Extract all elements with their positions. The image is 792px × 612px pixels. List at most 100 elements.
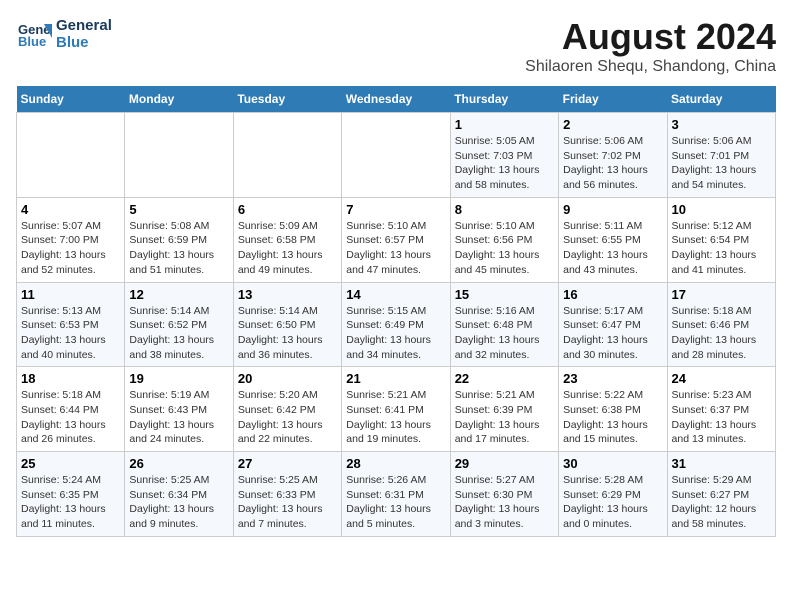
day-number: 27 bbox=[238, 456, 337, 471]
day-number: 25 bbox=[21, 456, 120, 471]
calendar-cell: 6 Sunrise: 5:09 AMSunset: 6:58 PMDaylight… bbox=[233, 197, 341, 282]
day-info: Sunrise: 5:14 AMSunset: 6:50 PMDaylight:… bbox=[238, 304, 337, 363]
calendar-week-row: 25Sunrise: 5:24 AMSunset: 6:35 PMDayligh… bbox=[17, 452, 776, 537]
calendar-cell: 25Sunrise: 5:24 AMSunset: 6:35 PMDayligh… bbox=[17, 452, 125, 537]
day-number: 11 bbox=[21, 287, 120, 302]
day-header-thursday: Thursday bbox=[450, 86, 558, 113]
calendar-week-row: 4 Sunrise: 5:07 AMSunset: 7:00 PMDaylight… bbox=[17, 197, 776, 282]
day-number: 9 bbox=[563, 202, 662, 217]
day-number: 13 bbox=[238, 287, 337, 302]
day-number: 24 bbox=[672, 371, 771, 386]
calendar-cell bbox=[17, 113, 125, 198]
calendar-cell: 15 Sunrise: 5:16 AMSunset: 6:48 PMDayligh… bbox=[450, 282, 558, 367]
calendar-cell: 29Sunrise: 5:27 AMSunset: 6:30 PMDayligh… bbox=[450, 452, 558, 537]
day-info: Sunrise: 5:29 AMSunset: 6:27 PMDaylight:… bbox=[672, 473, 771, 532]
day-number: 17 bbox=[672, 287, 771, 302]
main-title: August 2024 bbox=[525, 16, 776, 58]
day-info: Sunrise: 5:07 AMSunset: 7:00 PMDaylight:… bbox=[21, 219, 120, 278]
day-number: 23 bbox=[563, 371, 662, 386]
calendar-cell: 1 Sunrise: 5:05 AMSunset: 7:03 PMDaylight… bbox=[450, 113, 558, 198]
day-info: Sunrise: 5:27 AMSunset: 6:30 PMDaylight:… bbox=[455, 473, 554, 532]
calendar-cell: 31 Sunrise: 5:29 AMSunset: 6:27 PMDayligh… bbox=[667, 452, 775, 537]
calendar-cell: 26 Sunrise: 5:25 AMSunset: 6:34 PMDayligh… bbox=[125, 452, 233, 537]
day-number: 16 bbox=[563, 287, 662, 302]
calendar-cell bbox=[233, 113, 341, 198]
calendar-cell: 3Sunrise: 5:06 AMSunset: 7:01 PMDaylight… bbox=[667, 113, 775, 198]
calendar-body: 1 Sunrise: 5:05 AMSunset: 7:03 PMDaylight… bbox=[17, 113, 776, 537]
day-number: 8 bbox=[455, 202, 554, 217]
day-number: 30 bbox=[563, 456, 662, 471]
day-number: 26 bbox=[129, 456, 228, 471]
calendar-cell bbox=[342, 113, 450, 198]
calendar-cell: 24 Sunrise: 5:23 AMSunset: 6:37 PMDayligh… bbox=[667, 367, 775, 452]
calendar-cell: 4 Sunrise: 5:07 AMSunset: 7:00 PMDaylight… bbox=[17, 197, 125, 282]
day-info: Sunrise: 5:15 AMSunset: 6:49 PMDaylight:… bbox=[346, 304, 445, 363]
calendar-cell: 13 Sunrise: 5:14 AMSunset: 6:50 PMDayligh… bbox=[233, 282, 341, 367]
subtitle: Shilaoren Shequ, Shandong, China bbox=[525, 58, 776, 76]
title-block: August 2024 Shilaoren Shequ, Shandong, C… bbox=[525, 16, 776, 76]
day-number: 10 bbox=[672, 202, 771, 217]
day-header-monday: Monday bbox=[125, 86, 233, 113]
calendar-week-row: 1 Sunrise: 5:05 AMSunset: 7:03 PMDaylight… bbox=[17, 113, 776, 198]
day-info: Sunrise: 5:23 AMSunset: 6:37 PMDaylight:… bbox=[672, 388, 771, 447]
day-info: Sunrise: 5:21 AMSunset: 6:41 PMDaylight:… bbox=[346, 388, 445, 447]
calendar-cell: 16 Sunrise: 5:17 AMSunset: 6:47 PMDayligh… bbox=[559, 282, 667, 367]
calendar-cell: 11Sunrise: 5:13 AMSunset: 6:53 PMDayligh… bbox=[17, 282, 125, 367]
svg-text:Blue: Blue bbox=[18, 34, 46, 49]
day-info: Sunrise: 5:10 AMSunset: 6:57 PMDaylight:… bbox=[346, 219, 445, 278]
calendar-cell: 27Sunrise: 5:25 AMSunset: 6:33 PMDayligh… bbox=[233, 452, 341, 537]
logo-blue: Blue bbox=[56, 34, 112, 51]
day-info: Sunrise: 5:06 AMSunset: 7:02 PMDaylight:… bbox=[563, 134, 662, 193]
logo: General Blue General Blue bbox=[16, 16, 112, 52]
calendar-cell: 8Sunrise: 5:10 AMSunset: 6:56 PMDaylight… bbox=[450, 197, 558, 282]
day-info: Sunrise: 5:18 AMSunset: 6:46 PMDaylight:… bbox=[672, 304, 771, 363]
day-number: 6 bbox=[238, 202, 337, 217]
calendar-header-row: SundayMondayTuesdayWednesdayThursdayFrid… bbox=[17, 86, 776, 113]
day-number: 7 bbox=[346, 202, 445, 217]
calendar-cell: 2Sunrise: 5:06 AMSunset: 7:02 PMDaylight… bbox=[559, 113, 667, 198]
day-number: 4 bbox=[21, 202, 120, 217]
calendar-cell: 28 Sunrise: 5:26 AMSunset: 6:31 PMDayligh… bbox=[342, 452, 450, 537]
day-header-tuesday: Tuesday bbox=[233, 86, 341, 113]
day-info: Sunrise: 5:28 AMSunset: 6:29 PMDaylight:… bbox=[563, 473, 662, 532]
day-number: 5 bbox=[129, 202, 228, 217]
day-info: Sunrise: 5:06 AMSunset: 7:01 PMDaylight:… bbox=[672, 134, 771, 193]
day-info: Sunrise: 5:17 AMSunset: 6:47 PMDaylight:… bbox=[563, 304, 662, 363]
day-info: Sunrise: 5:09 AMSunset: 6:58 PMDaylight:… bbox=[238, 219, 337, 278]
day-info: Sunrise: 5:11 AMSunset: 6:55 PMDaylight:… bbox=[563, 219, 662, 278]
logo-general: General bbox=[56, 17, 112, 34]
calendar-cell: 18Sunrise: 5:18 AMSunset: 6:44 PMDayligh… bbox=[17, 367, 125, 452]
calendar-cell: 21Sunrise: 5:21 AMSunset: 6:41 PMDayligh… bbox=[342, 367, 450, 452]
day-info: Sunrise: 5:16 AMSunset: 6:48 PMDaylight:… bbox=[455, 304, 554, 363]
day-number: 22 bbox=[455, 371, 554, 386]
calendar-cell: 22 Sunrise: 5:21 AMSunset: 6:39 PMDayligh… bbox=[450, 367, 558, 452]
day-header-saturday: Saturday bbox=[667, 86, 775, 113]
day-info: Sunrise: 5:25 AMSunset: 6:34 PMDaylight:… bbox=[129, 473, 228, 532]
day-info: Sunrise: 5:14 AMSunset: 6:52 PMDaylight:… bbox=[129, 304, 228, 363]
day-info: Sunrise: 5:26 AMSunset: 6:31 PMDaylight:… bbox=[346, 473, 445, 532]
calendar-cell bbox=[125, 113, 233, 198]
calendar-week-row: 18Sunrise: 5:18 AMSunset: 6:44 PMDayligh… bbox=[17, 367, 776, 452]
calendar-cell: 7 Sunrise: 5:10 AMSunset: 6:57 PMDaylight… bbox=[342, 197, 450, 282]
day-info: Sunrise: 5:05 AMSunset: 7:03 PMDaylight:… bbox=[455, 134, 554, 193]
day-number: 14 bbox=[346, 287, 445, 302]
day-number: 31 bbox=[672, 456, 771, 471]
day-number: 12 bbox=[129, 287, 228, 302]
calendar-cell: 12 Sunrise: 5:14 AMSunset: 6:52 PMDayligh… bbox=[125, 282, 233, 367]
day-number: 28 bbox=[346, 456, 445, 471]
day-info: Sunrise: 5:19 AMSunset: 6:43 PMDaylight:… bbox=[129, 388, 228, 447]
calendar-cell: 10 Sunrise: 5:12 AMSunset: 6:54 PMDayligh… bbox=[667, 197, 775, 282]
page-header: General Blue General Blue August 2024 Sh… bbox=[16, 16, 776, 76]
day-header-friday: Friday bbox=[559, 86, 667, 113]
calendar-cell: 20Sunrise: 5:20 AMSunset: 6:42 PMDayligh… bbox=[233, 367, 341, 452]
day-number: 1 bbox=[455, 117, 554, 132]
calendar-cell: 30 Sunrise: 5:28 AMSunset: 6:29 PMDayligh… bbox=[559, 452, 667, 537]
day-info: Sunrise: 5:12 AMSunset: 6:54 PMDaylight:… bbox=[672, 219, 771, 278]
day-number: 15 bbox=[455, 287, 554, 302]
calendar-table: SundayMondayTuesdayWednesdayThursdayFrid… bbox=[16, 86, 776, 537]
day-info: Sunrise: 5:22 AMSunset: 6:38 PMDaylight:… bbox=[563, 388, 662, 447]
day-info: Sunrise: 5:08 AMSunset: 6:59 PMDaylight:… bbox=[129, 219, 228, 278]
day-header-sunday: Sunday bbox=[17, 86, 125, 113]
calendar-cell: 9 Sunrise: 5:11 AMSunset: 6:55 PMDaylight… bbox=[559, 197, 667, 282]
day-info: Sunrise: 5:21 AMSunset: 6:39 PMDaylight:… bbox=[455, 388, 554, 447]
